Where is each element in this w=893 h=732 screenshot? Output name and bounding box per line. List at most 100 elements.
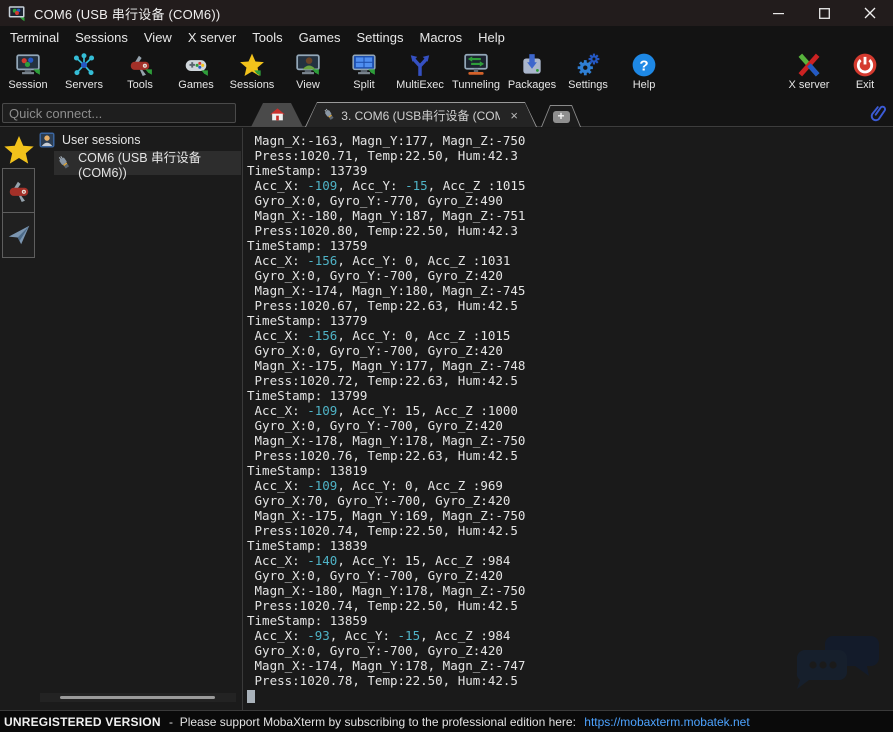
status-message: - Please support MobaXterm by subscribin…: [166, 715, 580, 729]
terminal-line: TimeStamp: 13839: [247, 538, 525, 553]
terminal-line: Gyro_X:0, Gyro_Y:-700, Gyro_Z:420: [247, 643, 525, 658]
toolbar-settings-button[interactable]: Settings: [560, 48, 616, 100]
toolbar-tools-button[interactable]: Tools: [112, 48, 168, 100]
menu-terminal[interactable]: Terminal: [2, 28, 67, 47]
toolbar-x-server-button[interactable]: X server: [781, 48, 837, 100]
tab-strip: 3. COM6 (USB串行设备 (COM6)) × +: [0, 100, 893, 127]
window-title: COM6 (USB 串行设备 (COM6)): [34, 4, 220, 23]
toolbar-exit-button[interactable]: Exit: [837, 48, 893, 100]
close-button[interactable]: [847, 0, 893, 26]
servers-icon: [71, 52, 97, 78]
tab-close-icon[interactable]: ×: [510, 109, 518, 122]
new-tab-plus-icon: +: [553, 111, 570, 123]
toolbar-tunneling-button[interactable]: Tunneling: [448, 48, 504, 100]
terminal-line: Acc_X: -109, Acc_Y: 15, Acc_Z :1000: [247, 403, 525, 418]
terminal-line: Magn_X:-180, Magn_Y:187, Magn_Z:-751: [247, 208, 525, 223]
packages-icon: [519, 52, 545, 78]
maximize-button[interactable]: [801, 0, 847, 26]
toolbar-label: Sessions: [230, 79, 275, 91]
tab-bar: 3. COM6 (USB串行设备 (COM6)) × +: [243, 100, 893, 127]
terminal-line: Gyro_X:0, Gyro_Y:-700, Gyro_Z:420: [247, 568, 525, 583]
sessions-star-tab[interactable]: [3, 134, 35, 164]
terminal-line: Gyro_X:70, Gyro_Y:-700, Gyro_Z:420: [247, 493, 525, 508]
menu-x-server[interactable]: X server: [180, 28, 244, 47]
terminal-line: TimeStamp: 13779: [247, 313, 525, 328]
toolbar-session-button[interactable]: Session: [0, 48, 56, 100]
mobaxterm-window: COM6 (USB 串行设备 (COM6)) TerminalSessionsV…: [0, 0, 893, 732]
terminal-line: Press:1020.80, Temp:22.50, Hum:42.3: [247, 223, 525, 238]
menu-macros[interactable]: Macros: [411, 28, 470, 47]
menu-tools[interactable]: Tools: [244, 28, 290, 47]
toolbar-label: Games: [178, 79, 213, 91]
quick-connect-input[interactable]: [2, 103, 236, 123]
tree-item-label: User sessions: [62, 133, 141, 147]
terminal-line: TimeStamp: 13739: [247, 163, 525, 178]
macros-rail-tab[interactable]: [2, 213, 35, 258]
toolbar-label: Help: [633, 79, 656, 91]
gamepad-icon: [183, 52, 209, 78]
menu-games[interactable]: Games: [291, 28, 349, 47]
toolbar-label: MultiExec: [396, 79, 444, 91]
tools-rail-tab[interactable]: [2, 168, 35, 213]
menu-view[interactable]: View: [136, 28, 180, 47]
terminal-line: Magn_X:-180, Magn_Y:178, Magn_Z:-750: [247, 583, 525, 598]
toolbar-label: Split: [353, 79, 374, 91]
split-icon: [351, 52, 377, 78]
terminal-line: Press:1020.71, Temp:22.50, Hum:42.3: [247, 148, 525, 163]
tab-active[interactable]: 3. COM6 (USB串行设备 (COM6)) ×: [305, 102, 537, 127]
menu-help[interactable]: Help: [470, 28, 513, 47]
svg-text:?: ?: [639, 57, 648, 74]
tab-new[interactable]: +: [541, 105, 581, 127]
menu-bar: TerminalSessionsViewX serverToolsGamesSe…: [0, 26, 893, 48]
toolbar-packages-button[interactable]: Packages: [504, 48, 560, 100]
terminal-line: Gyro_X:0, Gyro_Y:-770, Gyro_Z:490: [247, 193, 525, 208]
toolbar-multiexec-button[interactable]: MultiExec: [392, 48, 448, 100]
toolbar-view-button[interactable]: View: [280, 48, 336, 100]
tab-active-label: 3. COM6 (USB串行设备 (COM6)): [341, 107, 500, 124]
terminal-line: TimeStamp: 13859: [247, 613, 525, 628]
title-bar: COM6 (USB 串行设备 (COM6)): [0, 0, 893, 26]
toolbar-label: Servers: [65, 79, 103, 91]
terminal-line: Acc_X: -156, Acc_Y: 0, Acc_Z :1015: [247, 328, 525, 343]
user-sessions-icon: [38, 131, 56, 149]
chat-bubbles-watermark: [795, 634, 883, 690]
toolbar-help-button[interactable]: ? Help: [616, 48, 672, 100]
toolbar-label: Tunneling: [452, 79, 500, 91]
toolbar-label: View: [296, 79, 320, 91]
sidebar-rail: [0, 128, 36, 710]
toolbar-label: Settings: [568, 79, 608, 91]
sidebar-hscrollbar[interactable]: [40, 693, 236, 702]
mobatek-link[interactable]: https://mobaxterm.mobatek.net: [584, 715, 749, 729]
sidebar-hscrollbar-thumb[interactable]: [60, 696, 215, 699]
tunneling-icon: [463, 52, 489, 78]
toolbar-left: Session Servers Tools Games Sessions View Spli…: [0, 48, 672, 100]
home-icon: [269, 107, 286, 123]
menu-settings[interactable]: Settings: [349, 28, 412, 47]
app-logo-icon: [8, 4, 26, 22]
toolbar-servers-button[interactable]: Servers: [56, 48, 112, 100]
tools-knife-icon: [127, 52, 153, 78]
terminal[interactable]: Magn_X:-163, Magn_Y:177, Magn_Z:-750 Pre…: [243, 128, 893, 710]
menu-sessions[interactable]: Sessions: [67, 28, 136, 47]
terminal-line: TimeStamp: 13759: [247, 238, 525, 253]
terminal-line: Press:1020.76, Temp:22.63, Hum:42.5: [247, 448, 525, 463]
paper-plane-icon: [6, 222, 32, 248]
terminal-line: TimeStamp: 13799: [247, 388, 525, 403]
tab-home[interactable]: [251, 103, 303, 127]
toolbar: Session Servers Tools Games Sessions View Spli…: [0, 48, 893, 100]
view-icon: [295, 52, 321, 78]
toolbar-games-button[interactable]: Games: [168, 48, 224, 100]
terminal-line: Press:1020.78, Temp:22.50, Hum:42.5: [247, 673, 525, 688]
terminal-line: TimeStamp: 13819: [247, 463, 525, 478]
serial-plug-icon: [322, 107, 336, 123]
toolbar-split-button[interactable]: Split: [336, 48, 392, 100]
star-icon: [239, 52, 265, 78]
paperclip-icon[interactable]: [869, 103, 889, 123]
toolbar-sessions-button[interactable]: Sessions: [224, 48, 280, 100]
toolbar-label: X server: [789, 79, 830, 91]
terminal-output: Magn_X:-163, Magn_Y:177, Magn_Z:-750 Pre…: [247, 133, 525, 703]
tree-item-com6-session[interactable]: COM6 (USB 串行设备 (COM6)): [54, 151, 241, 175]
minimize-button[interactable]: [755, 0, 801, 26]
terminal-line: Magn_X:-175, Magn_Y:177, Magn_Z:-748: [247, 358, 525, 373]
terminal-line: Press:1020.72, Temp:22.63, Hum:42.5: [247, 373, 525, 388]
